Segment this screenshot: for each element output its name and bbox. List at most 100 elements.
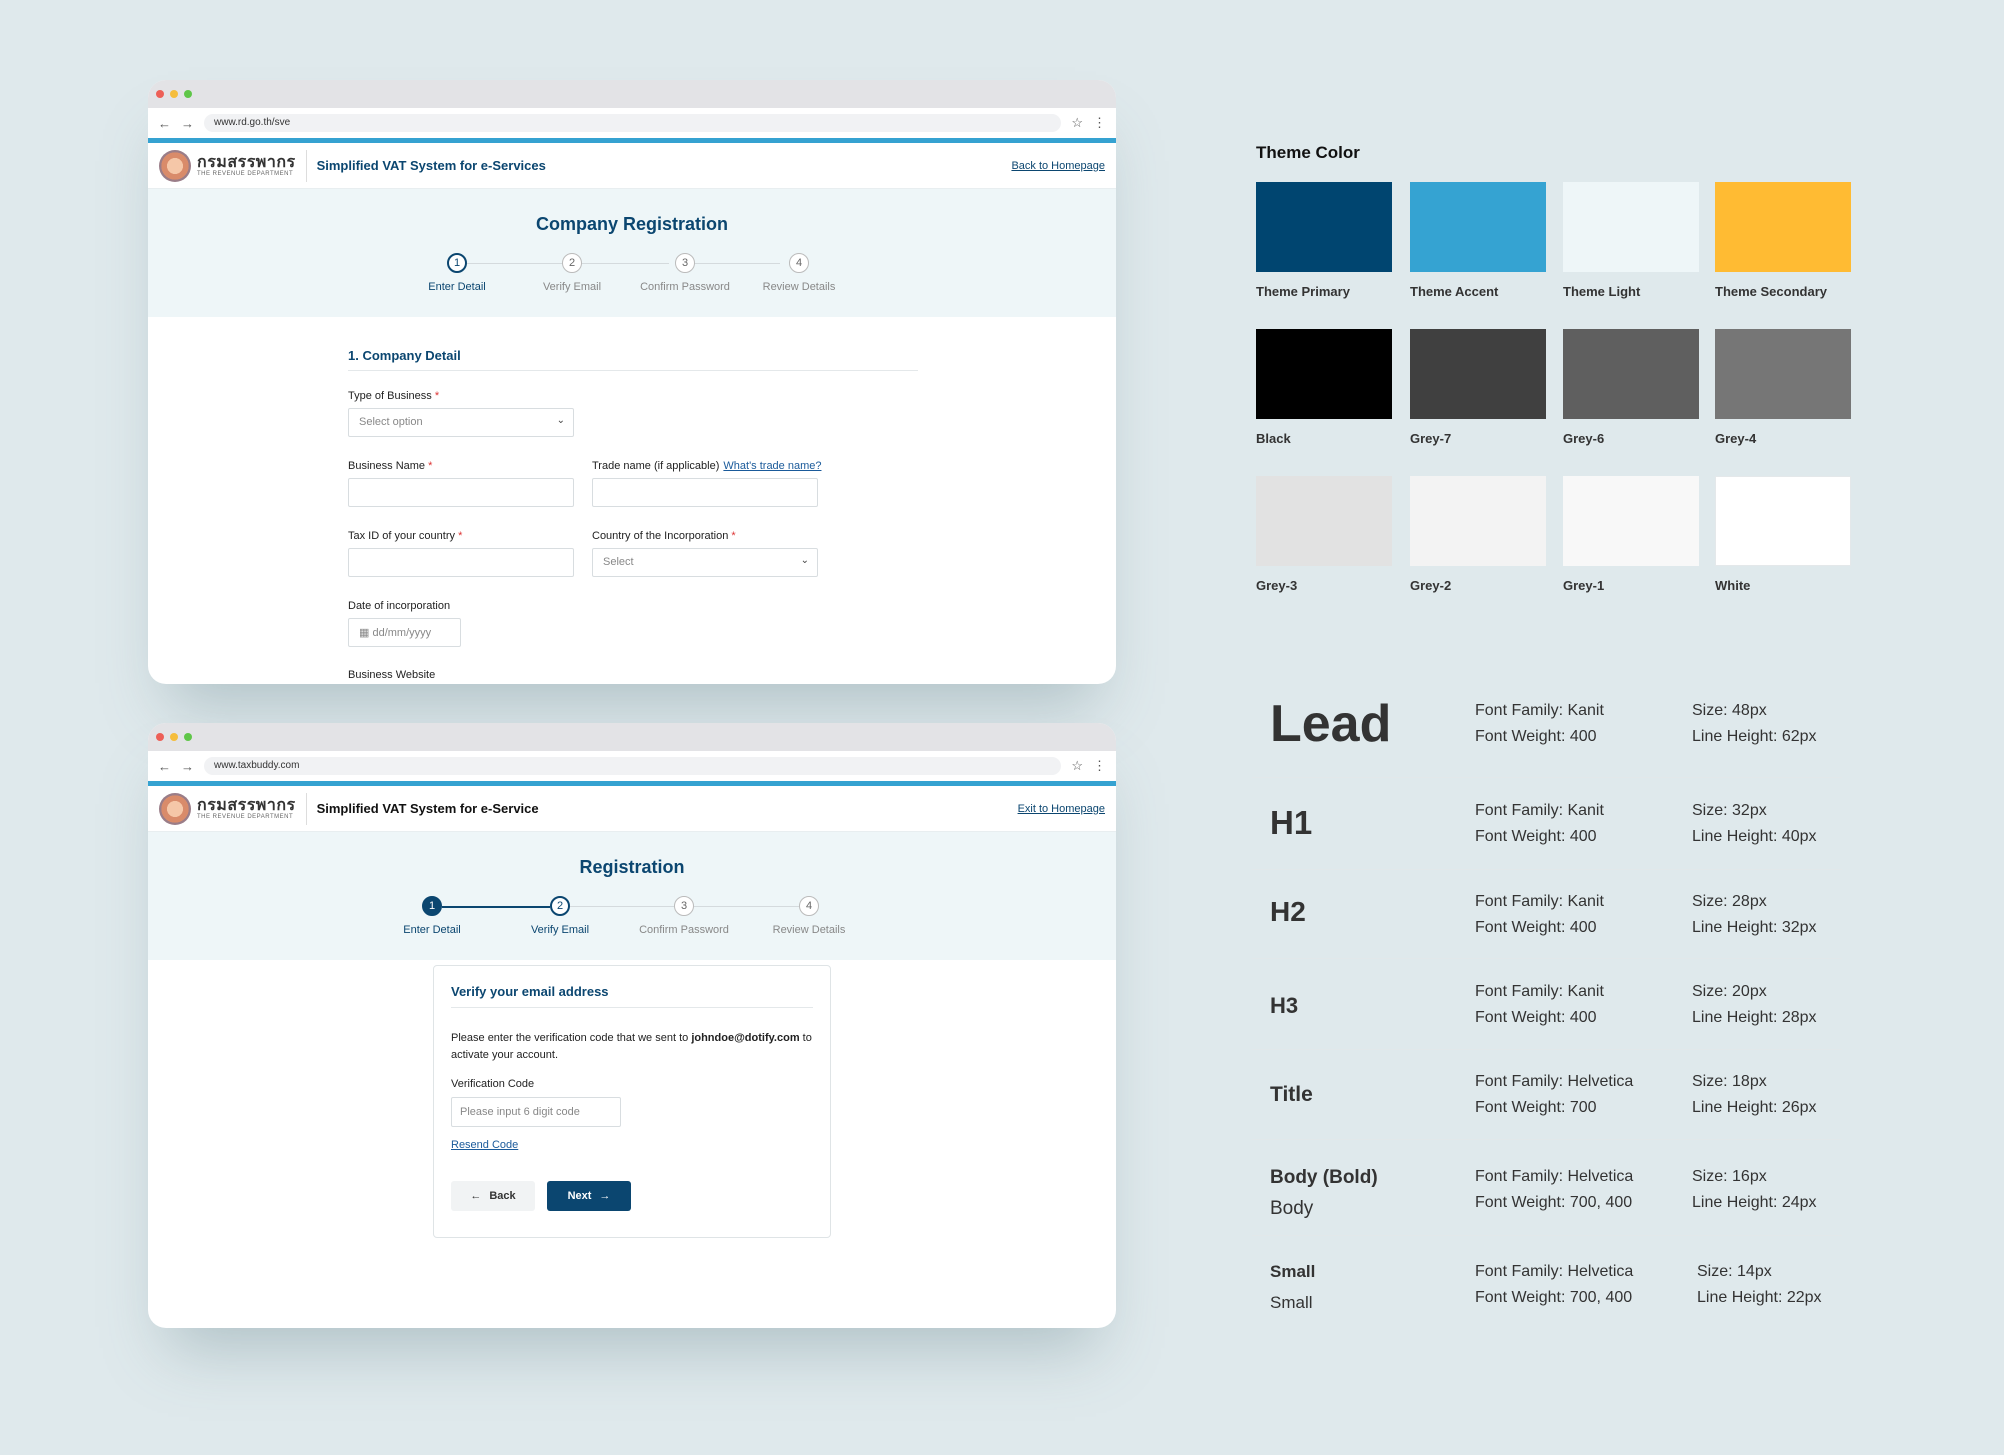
swatch-grey-7 [1410, 329, 1546, 419]
type-sample: Lead [1270, 695, 1392, 753]
website-label: Business Website [348, 669, 436, 681]
type-row-small: Small Small Font Family: Helvetica Font We… [1252, 1236, 1842, 1316]
star-icon[interactable]: ☆ [1071, 758, 1083, 774]
swatch-theme-secondary [1715, 182, 1851, 272]
revenue-logo[interactable]: กรมสรรพากร THE REVENUE DEPARTMENT [159, 792, 307, 825]
swatch-label: Grey-2 [1410, 578, 1452, 593]
type-spec: Font Family: Helvetica Font Weight: 700, … [1475, 1168, 1634, 1211]
type-sample: Small Small [1270, 1262, 1316, 1312]
swatch-label: White [1715, 578, 1751, 593]
registration-hero: Registration 1 Enter Detail 2 Verify Ema… [148, 832, 1116, 960]
type-spec: Size: 20px Line Height: 28px [1692, 983, 1817, 1026]
swatch-label: Theme Primary [1256, 284, 1350, 299]
browser-tabbar [148, 80, 1116, 108]
type-spec: Size: 14px Line Height: 22px [1697, 1263, 1822, 1306]
back-arrow-icon[interactable]: ← [158, 116, 171, 131]
department-seal-icon [159, 149, 191, 182]
step-label: Review Details [772, 924, 846, 936]
step-enter-detail[interactable]: 1 Enter Detail [402, 253, 512, 293]
type-row-title: Title Font Family: Helvetica Font Weight:… [1252, 1050, 1842, 1140]
business-name-input[interactable] [348, 478, 574, 507]
type-row-h2: H2 Font Family: Kanit Font Weight: 400 Si… [1252, 870, 1842, 959]
recipient-email: johndoe@dotify.com [691, 1032, 800, 1044]
step-verify-email[interactable]: 2 Verify Email [505, 896, 615, 936]
company-detail-form: 1. Company Detail Type of Business * Sel… [348, 348, 918, 681]
swatch-grey-1 [1563, 476, 1699, 566]
revenue-logo[interactable]: กรมสรรพากร THE REVENUE DEPARTMENT [159, 149, 307, 182]
type-sample: Body (Bold) Body [1270, 1167, 1378, 1219]
app-name: Simplified VAT System for e-Service [316, 801, 539, 816]
date-input[interactable]: ▦ dd/mm/yyyy [348, 618, 461, 647]
section-title: 1. Company Detail [348, 348, 918, 371]
page-title: Company Registration [535, 214, 729, 234]
close-window-button[interactable] [156, 90, 164, 98]
chevron-down-icon: ⌄ [800, 555, 809, 566]
arrow-right-icon: → [599, 1190, 611, 1202]
step-review-details[interactable]: 4 Review Details [754, 896, 864, 936]
business-name-label: Business Name * [348, 460, 433, 472]
verification-code-input[interactable]: Please input 6 digit code [451, 1097, 621, 1127]
browser-window-verify: ← → www.taxbuddy.com ☆ ⋮ กรมสรรพากร THE … [148, 723, 1116, 1328]
back-button[interactable]: ← Back [451, 1181, 535, 1211]
type-spec: Font Family: Kanit Font Weight: 400 [1475, 893, 1604, 936]
back-arrow-icon[interactable]: ← [158, 759, 171, 774]
country-select[interactable]: Select ⌄ [592, 548, 818, 577]
business-type-select[interactable]: Select option ⌄ [348, 408, 574, 437]
next-button[interactable]: Next → [547, 1181, 631, 1211]
swatch-label: Grey-1 [1563, 578, 1605, 593]
swatch-grey-4 [1715, 329, 1851, 419]
minimize-window-button[interactable] [170, 90, 178, 98]
step-number: 1 [422, 896, 442, 916]
resend-code-link[interactable]: Resend Code [451, 1139, 518, 1151]
swatch-theme-light [1563, 182, 1699, 272]
step-enter-detail[interactable]: 1 Enter Detail [377, 896, 487, 936]
maximize-window-button[interactable] [184, 733, 192, 741]
type-spec: Size: 48px Line Height: 62px [1692, 702, 1817, 745]
type-spec: Size: 28px Line Height: 32px [1692, 893, 1817, 936]
step-label: Verify Email [542, 281, 602, 293]
trade-name-help-link[interactable]: What's trade name? [723, 460, 821, 472]
minimize-window-button[interactable] [170, 733, 178, 741]
step-label: Confirm Password [639, 924, 729, 936]
swatch-label: Black [1256, 431, 1291, 446]
swatch-label: Theme Secondary [1715, 284, 1827, 299]
step-label: Enter Detail [428, 281, 486, 293]
url-input[interactable]: www.taxbuddy.com [204, 757, 1062, 775]
type-row-lead: Lead Font Family: Kanit Font Weight: 400 … [1252, 680, 1842, 778]
kebab-menu-icon[interactable]: ⋮ [1093, 758, 1106, 774]
step-review-details[interactable]: 4 Review Details [744, 253, 854, 293]
forward-arrow-icon[interactable]: → [181, 759, 194, 774]
type-spec: Size: 32px Line Height: 40px [1692, 802, 1817, 845]
department-seal-icon [159, 792, 191, 825]
step-number: 2 [550, 896, 570, 916]
star-icon[interactable]: ☆ [1071, 115, 1083, 131]
logo-english-text: THE REVENUE DEPARTMENT [197, 170, 294, 177]
next-button-label: Next [567, 1190, 592, 1202]
swatch-theme-accent [1410, 182, 1546, 272]
theme-color-title: Theme Color [1256, 143, 1360, 162]
exit-to-homepage-link[interactable]: Exit to Homepage [1018, 803, 1105, 815]
maximize-window-button[interactable] [184, 90, 192, 98]
step-verify-email[interactable]: 2 Verify Email [517, 253, 627, 293]
forward-arrow-icon[interactable]: → [181, 116, 194, 131]
step-confirm-password[interactable]: 3 Confirm Password [629, 896, 739, 936]
country-label: Country of the Incorporation * [592, 530, 736, 542]
card-title: Verify your email address [451, 984, 813, 1008]
business-type-label: Type of Business * [348, 390, 440, 402]
registration-hero: Company Registration 1 Enter Detail 2 Ve… [148, 189, 1116, 317]
kebab-menu-icon[interactable]: ⋮ [1093, 115, 1106, 131]
type-spec: Font Family: Helvetica Font Weight: 700, … [1475, 1263, 1634, 1306]
address-bar: ← → www.rd.go.th/sve ☆ ⋮ [148, 108, 1116, 138]
close-window-button[interactable] [156, 733, 164, 741]
step-confirm-password[interactable]: 3 Confirm Password [630, 253, 740, 293]
page-title: Registration [579, 857, 685, 877]
address-bar: ← → www.taxbuddy.com ☆ ⋮ [148, 751, 1116, 781]
step-label: Verify Email [530, 924, 590, 936]
tax-id-input[interactable] [348, 548, 574, 577]
url-input[interactable]: www.rd.go.th/sve [204, 114, 1062, 132]
back-to-homepage-link[interactable]: Back to Homepage [1011, 160, 1105, 172]
trade-name-input[interactable] [592, 478, 818, 507]
calendar-icon: ▦ [359, 627, 370, 639]
type-sample: H1 [1270, 804, 1313, 841]
back-button-label: Back [489, 1190, 516, 1202]
